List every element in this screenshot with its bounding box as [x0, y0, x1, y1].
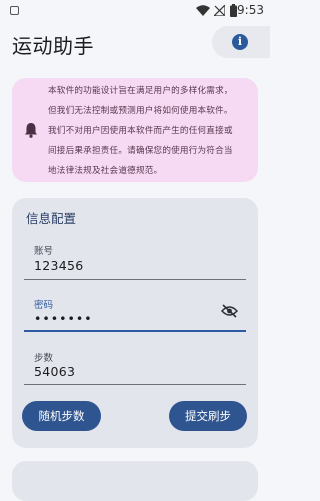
random-steps-button[interactable]: 随机步数: [22, 401, 101, 431]
signal-icon: [214, 5, 225, 16]
status-time: 9:53: [237, 3, 264, 17]
steps-input[interactable]: 54063: [34, 364, 75, 379]
account-label: 账号: [34, 246, 54, 257]
account-underline: [24, 279, 246, 280]
password-input[interactable]: •••••••: [34, 311, 93, 326]
steps-underline: [24, 384, 246, 385]
wifi-icon: [196, 5, 210, 16]
battery-icon: [230, 4, 237, 17]
submit-steps-button[interactable]: 提交刷步: [169, 401, 247, 431]
disclaimer-line: 但我们无法控制或预测用户将如何使用本软件。: [48, 106, 233, 116]
disclaimer-line: 地法律法规及社会道德规范。: [48, 166, 163, 176]
disclaimer-card: 本软件的功能设计旨在满足用户的多样化需求， 但我们无法控制或预测用户将如何使用本…: [12, 78, 258, 182]
disclaimer-line: 间接后果承担责任。请确保您的使用行为符合当: [48, 146, 233, 156]
config-title: 信息配置: [26, 211, 77, 226]
password-label: 密码: [34, 300, 54, 311]
account-input[interactable]: 123456: [34, 258, 84, 273]
disclaimer-line: 本软件的功能设计旨在满足用户的多样化需求，: [48, 86, 233, 96]
status-bar: 9:53: [0, 0, 270, 22]
next-card: [12, 461, 258, 501]
steps-label: 步数: [34, 353, 54, 364]
app-title: 运动助手: [12, 34, 94, 58]
eye-off-icon[interactable]: [221, 304, 238, 318]
password-underline: [24, 330, 246, 332]
disclaimer-line: 我们不对用户因使用本软件而产生的任何直接或: [48, 126, 233, 136]
info-icon[interactable]: i: [232, 34, 248, 50]
notification-icon: [10, 6, 19, 15]
bell-icon: [25, 123, 37, 138]
